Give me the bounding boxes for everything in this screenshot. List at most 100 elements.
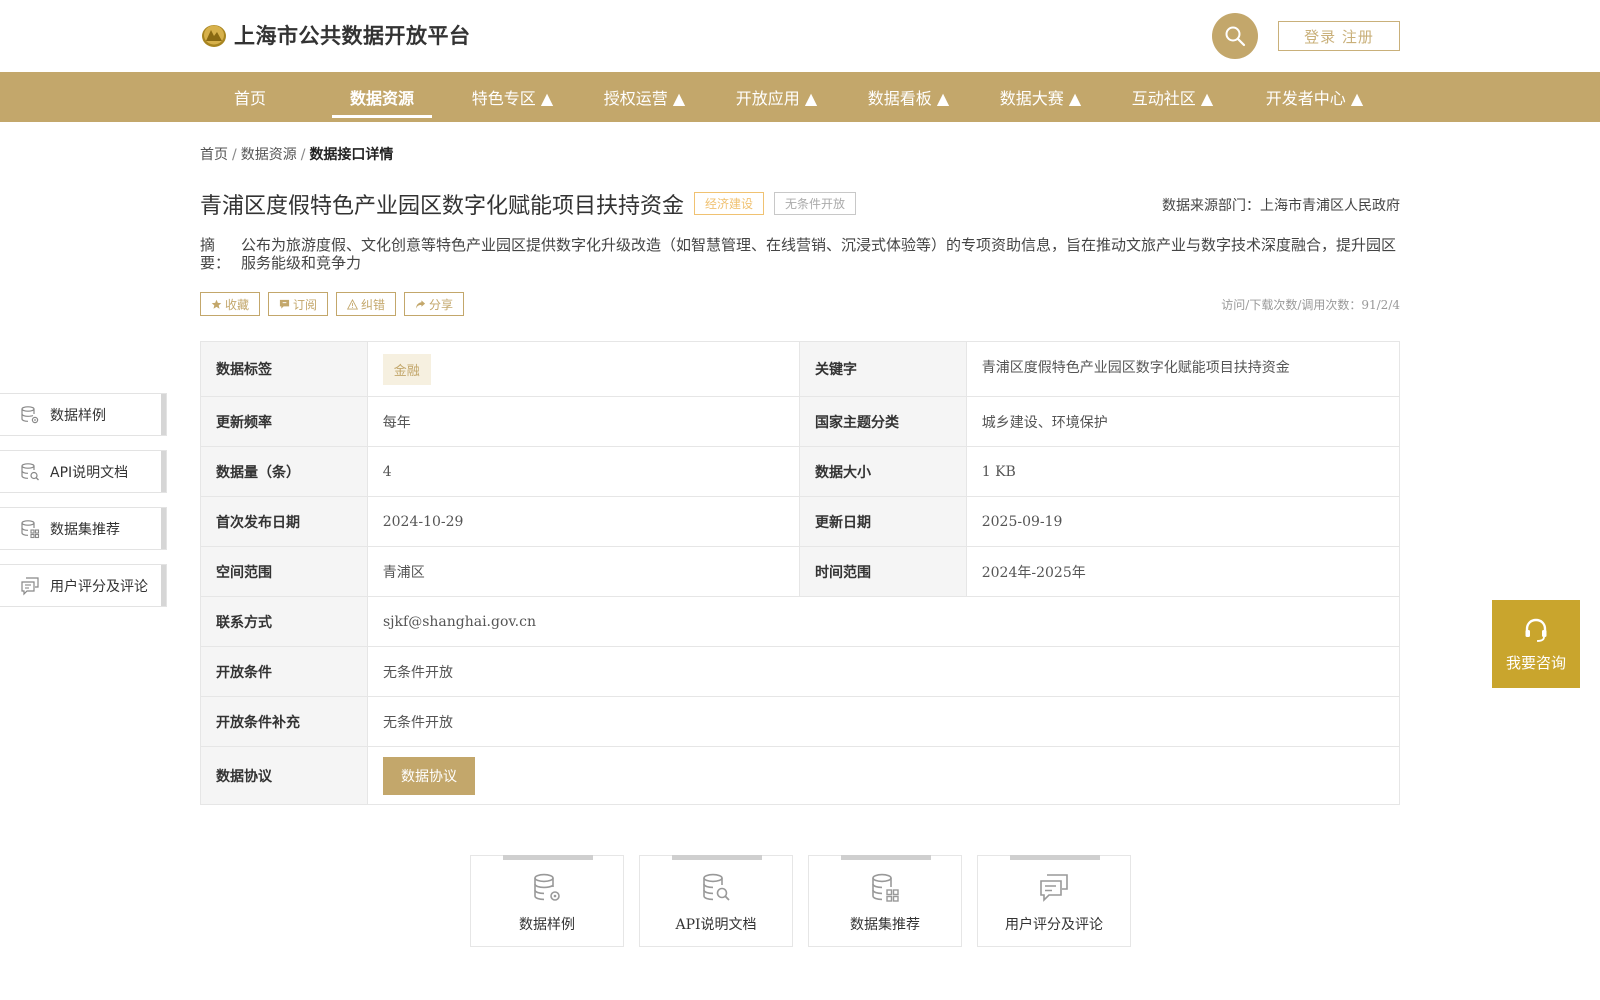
site-title: 上海市公共数据开放平台 xyxy=(234,24,471,48)
dataset-summary: 摘 要： 公布为旅游度假、文化创意等特色产业园区提供数字化升级改造（如智慧管理、… xyxy=(200,236,1400,272)
updated-date-value: 2025-09-19 xyxy=(981,513,1063,530)
card-data-sample[interactable]: 数据样例 xyxy=(470,855,624,947)
side-nav-dataset-recommend[interactable]: 数据集推荐 xyxy=(0,507,167,550)
updated-date-label: 更新日期 xyxy=(800,497,967,546)
search-icon xyxy=(1225,26,1246,47)
summary-label: 摘 要： xyxy=(200,236,231,272)
side-nav-label: 数据样例 xyxy=(50,407,106,424)
open-condition-value: 无条件开放 xyxy=(383,664,453,681)
nav-item-special-zone[interactable]: 特色专区 ▲ xyxy=(460,72,565,122)
card-label: 数据集推荐 xyxy=(850,917,920,933)
star-icon xyxy=(211,299,222,309)
nav-item-developer[interactable]: 开发者中心 ▲ xyxy=(1252,72,1377,122)
breadcrumb-current: 数据接口详情 xyxy=(309,147,394,163)
report-error-label: 纠错 xyxy=(361,297,386,312)
spatial-scope-label: 空间范围 xyxy=(201,547,368,596)
spatial-scope-value: 青浦区 xyxy=(368,547,800,596)
open-condition-extra-value: 无条件开放 xyxy=(383,714,453,731)
share-icon xyxy=(415,299,426,309)
data-protocol-cell: 数据协议 xyxy=(368,747,1399,804)
side-nav-user-reviews[interactable]: 用户评分及评论 xyxy=(0,564,167,607)
side-nav-data-sample[interactable]: 数据样例 xyxy=(0,393,167,436)
database-grid-icon xyxy=(872,873,899,902)
contact-value: sjkf@shanghai.gov.cn xyxy=(383,613,536,630)
data-protocol-label: 数据协议 xyxy=(201,747,368,804)
table-row: 开放条件 无条件开放 xyxy=(201,647,1399,697)
breadcrumb: 首页 / 数据资源 / 数据接口详情 xyxy=(200,144,393,164)
usage-stats: 访问/下载次数/调用次数：91/2/4 xyxy=(1221,298,1400,312)
card-label: API说明文档 xyxy=(675,917,757,933)
table-row: 更新频率 每年 国家主题分类 城乡建设、环境保护 xyxy=(201,397,1399,447)
card-api-docs[interactable]: API说明文档 xyxy=(639,855,793,947)
consult-label: 我要咨询 xyxy=(1505,653,1566,672)
summary-text: 公布为旅游度假、文化创意等特色产业园区提供数字化升级改造（如智慧管理、在线营销、… xyxy=(241,236,1397,272)
comment-icon xyxy=(1040,874,1068,902)
nav-item-home[interactable]: 首页 xyxy=(200,72,300,122)
warning-icon xyxy=(347,298,359,310)
data-tag-value: 金融 xyxy=(368,342,800,396)
card-dataset-recommend[interactable]: 数据集推荐 xyxy=(808,855,962,947)
login-register-button[interactable]: 登录 注册 xyxy=(1278,21,1400,51)
site-logo[interactable]: 上海市公共数据开放平台 xyxy=(200,20,471,50)
side-nav-api-docs[interactable]: API说明文档 xyxy=(0,450,167,493)
breadcrumb-separator: / xyxy=(300,147,306,163)
keyword-value: 青浦区度假特色产业园区数字化赋能项目扶持资金 xyxy=(981,360,1290,376)
source-department: 数据来源部门：上海市青浦区人民政府 xyxy=(1162,198,1400,214)
favorite-label: 收藏 xyxy=(225,297,250,312)
record-count-label: 数据量（条） xyxy=(201,447,368,496)
subscribe-button[interactable]: 订阅 xyxy=(268,292,329,316)
data-size-value: 1 KB xyxy=(981,463,1016,480)
update-frequency-label: 更新频率 xyxy=(201,397,368,446)
data-size-label: 数据大小 xyxy=(800,447,967,496)
subscribe-label: 订阅 xyxy=(293,297,318,312)
data-tag-label: 数据标签 xyxy=(201,342,368,396)
side-nav-label: 用户评分及评论 xyxy=(50,578,148,595)
national-theme-label: 国家主题分类 xyxy=(800,397,967,446)
contact-label: 联系方式 xyxy=(201,597,368,646)
open-condition-tag: 无条件开放 xyxy=(774,192,857,215)
first-published-label: 首次发布日期 xyxy=(201,497,368,546)
time-range-label: 时间范围 xyxy=(800,547,967,596)
top-header: 上海市公共数据开放平台 登录 注册 xyxy=(0,0,1600,72)
nav-item-community[interactable]: 互动社区 ▲ xyxy=(1120,72,1225,122)
comment-icon xyxy=(21,576,39,595)
keyword-label: 关键字 xyxy=(800,342,967,396)
subscribe-icon xyxy=(279,299,290,309)
report-error-button[interactable]: 纠错 xyxy=(336,292,397,316)
national-theme-value: 城乡建设、环境保护 xyxy=(981,414,1108,431)
table-row: 数据标签 金融 关键字 青浦区度假特色产业园区数字化赋能项目扶持资金 xyxy=(201,342,1399,397)
open-condition-extra-label: 开放条件补充 xyxy=(201,697,368,746)
dataset-info-table: 数据标签 金融 关键字 青浦区度假特色产业园区数字化赋能项目扶持资金 更新频率 … xyxy=(200,341,1400,805)
share-label: 分享 xyxy=(429,297,454,312)
nav-item-authorized-ops[interactable]: 授权运营 ▲ xyxy=(592,72,697,122)
table-row: 开放条件补充 无条件开放 xyxy=(201,697,1399,747)
first-published-value: 2024-10-29 xyxy=(368,497,800,546)
share-button[interactable]: 分享 xyxy=(404,292,465,316)
data-protocol-button[interactable]: 数据协议 xyxy=(383,756,475,795)
breadcrumb-home[interactable]: 首页 xyxy=(200,147,228,163)
favorite-button[interactable]: 收藏 xyxy=(200,292,261,316)
card-user-reviews[interactable]: 用户评分及评论 xyxy=(977,855,1131,947)
database-gear-icon xyxy=(21,405,39,423)
card-label: 数据样例 xyxy=(519,917,575,933)
database-gear-icon xyxy=(534,873,560,901)
data-tag-pill[interactable]: 金融 xyxy=(382,353,431,385)
consult-button[interactable]: 我要咨询 xyxy=(1492,600,1580,688)
headset-icon xyxy=(1525,618,1547,642)
feature-cards: 数据样例 API说明文档 数据集推荐 用户评分及评论 xyxy=(470,855,1131,947)
nav-item-open-apps[interactable]: 开放应用 ▲ xyxy=(724,72,829,122)
time-range-value: 2024年-2025年 xyxy=(981,564,1086,581)
category-tag: 经济建设 xyxy=(694,192,765,215)
side-nav-label: 数据集推荐 xyxy=(50,521,120,538)
card-label: 用户评分及评论 xyxy=(1005,917,1103,933)
database-grid-icon xyxy=(21,519,40,538)
action-bar: 收藏 订阅 纠错 分享 xyxy=(200,292,465,316)
open-condition-label: 开放条件 xyxy=(201,647,368,696)
table-row: 联系方式 sjkf@shanghai.gov.cn xyxy=(201,597,1399,647)
nav-item-data-board[interactable]: 数据看板 ▲ xyxy=(856,72,961,122)
breadcrumb-data-resources[interactable]: 数据资源 xyxy=(241,147,297,163)
nav-item-data-contest[interactable]: 数据大赛 ▲ xyxy=(988,72,1093,122)
table-row: 数据量（条） 4 数据大小 1 KB xyxy=(201,447,1399,497)
search-button[interactable] xyxy=(1212,13,1258,59)
record-count-value: 4 xyxy=(368,447,800,496)
